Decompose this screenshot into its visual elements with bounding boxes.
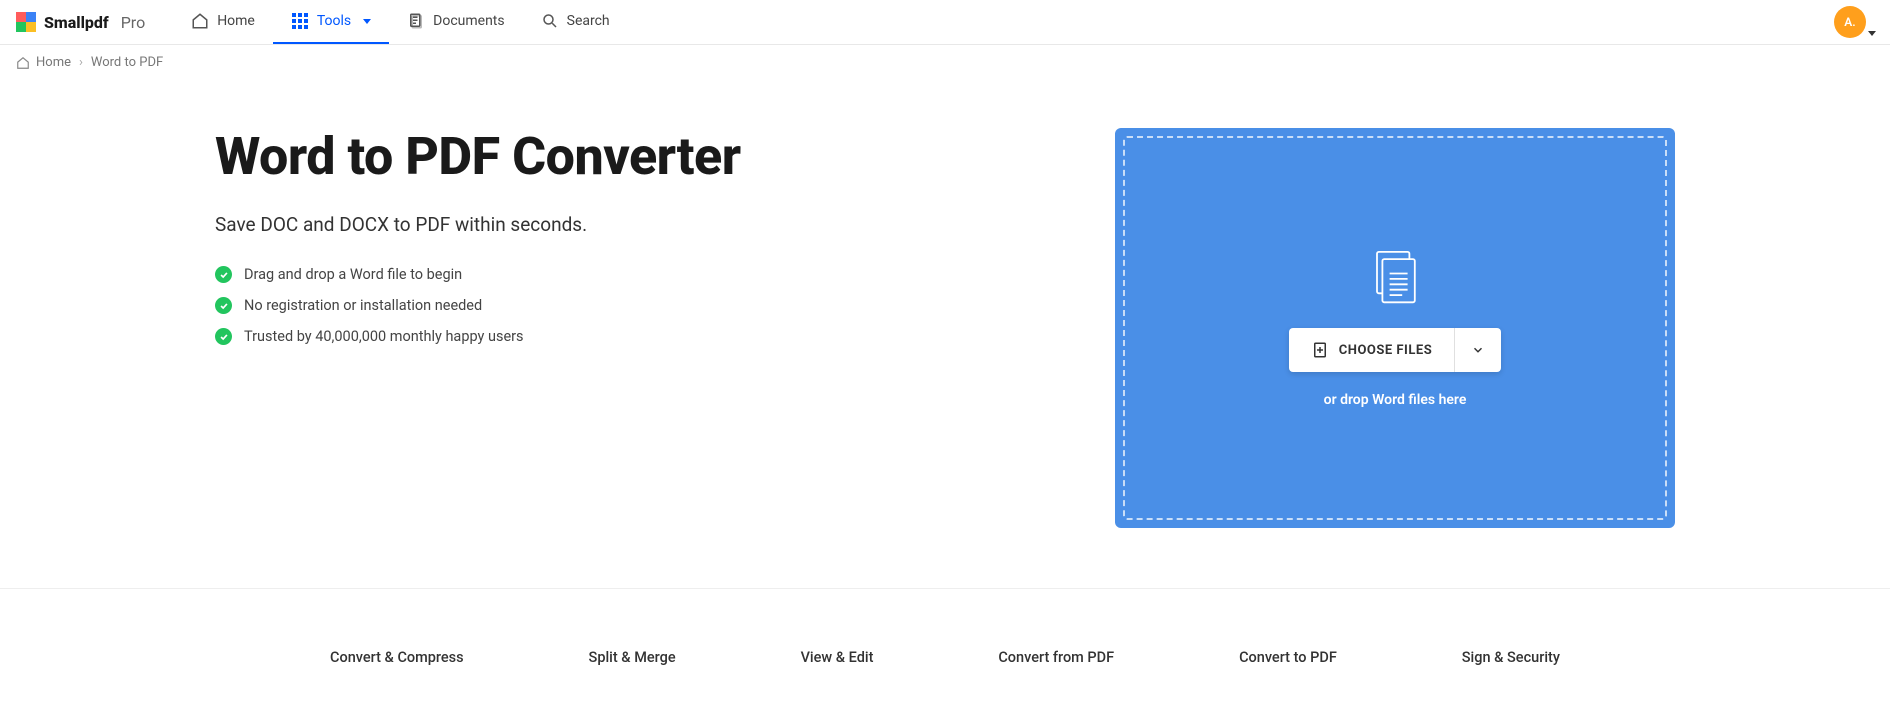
chevron-down-icon	[1471, 343, 1485, 357]
file-dropzone[interactable]: CHOOSE FILES or drop Word files here	[1115, 128, 1675, 528]
category-heading: Convert to PDF	[1239, 649, 1337, 666]
choose-files-button[interactable]: CHOOSE FILES	[1289, 328, 1454, 372]
upload-column: CHOOSE FILES or drop Word files here	[865, 128, 1725, 528]
main-nav: Home Tools Documents Search	[173, 0, 627, 44]
page-title: Word to PDF Converter	[215, 128, 865, 185]
dropzone-inner: CHOOSE FILES or drop Word files here	[1123, 136, 1667, 520]
choose-files-group: CHOOSE FILES	[1289, 328, 1501, 372]
user-avatar[interactable]: A.	[1834, 6, 1866, 38]
file-upload-icon	[1311, 341, 1329, 359]
hero-text: Word to PDF Converter Save DOC and DOCX …	[165, 128, 865, 528]
breadcrumb-home[interactable]: Home	[16, 55, 71, 70]
feature-text: Drag and drop a Word file to begin	[244, 266, 462, 283]
feature-item: Drag and drop a Word file to begin	[215, 266, 865, 283]
category-heading: View & Edit	[801, 649, 874, 666]
nav-home[interactable]: Home	[173, 0, 273, 44]
check-icon	[215, 297, 232, 314]
nav-search-label: Search	[567, 13, 610, 29]
nav-documents[interactable]: Documents	[389, 0, 522, 44]
nav-home-label: Home	[217, 13, 255, 29]
main-content: Word to PDF Converter Save DOC and DOCX …	[165, 80, 1725, 588]
nav-tools-label: Tools	[317, 13, 351, 29]
page-subtitle: Save DOC and DOCX to PDF within seconds.	[215, 213, 865, 236]
choose-files-label: CHOOSE FILES	[1339, 343, 1432, 358]
feature-text: Trusted by 40,000,000 monthly happy user…	[244, 328, 524, 345]
grid-icon	[291, 12, 309, 30]
avatar-initials: A.	[1844, 15, 1855, 29]
documents-icon	[407, 12, 425, 30]
brand-name: Smallpdf	[44, 13, 109, 32]
feature-item: Trusted by 40,000,000 monthly happy user…	[215, 328, 865, 345]
category-heading: Convert from PDF	[998, 649, 1114, 666]
feature-list: Drag and drop a Word file to begin No re…	[215, 266, 865, 345]
check-icon	[215, 266, 232, 283]
nav-documents-label: Documents	[433, 13, 504, 29]
drop-hint-text: or drop Word files here	[1324, 392, 1467, 408]
choose-files-dropdown[interactable]	[1454, 328, 1501, 372]
top-nav: Smallpdf Pro Home Tools Documents	[0, 0, 1890, 45]
category-heading: Split & Merge	[589, 649, 676, 666]
tool-categories: Convert & Compress Split & Merge View & …	[270, 589, 1620, 686]
search-icon	[541, 12, 559, 30]
brand-tier: Pro	[121, 13, 145, 32]
category-heading: Sign & Security	[1462, 649, 1560, 666]
feature-item: No registration or installation needed	[215, 297, 865, 314]
nav-tools[interactable]: Tools	[273, 0, 389, 44]
breadcrumb-home-label: Home	[36, 55, 71, 70]
breadcrumb: Home › Word to PDF	[0, 45, 1890, 80]
check-icon	[215, 328, 232, 345]
chevron-down-icon	[363, 19, 371, 24]
document-stack-icon	[1368, 248, 1422, 308]
feature-text: No registration or installation needed	[244, 297, 482, 314]
nav-search[interactable]: Search	[523, 0, 628, 44]
breadcrumb-current: Word to PDF	[91, 55, 163, 70]
home-icon	[16, 56, 30, 70]
category-heading: Convert & Compress	[330, 649, 464, 666]
logo-icon	[16, 12, 36, 32]
logo[interactable]: Smallpdf Pro	[16, 12, 145, 32]
home-icon	[191, 12, 209, 30]
breadcrumb-separator: ›	[79, 55, 83, 70]
